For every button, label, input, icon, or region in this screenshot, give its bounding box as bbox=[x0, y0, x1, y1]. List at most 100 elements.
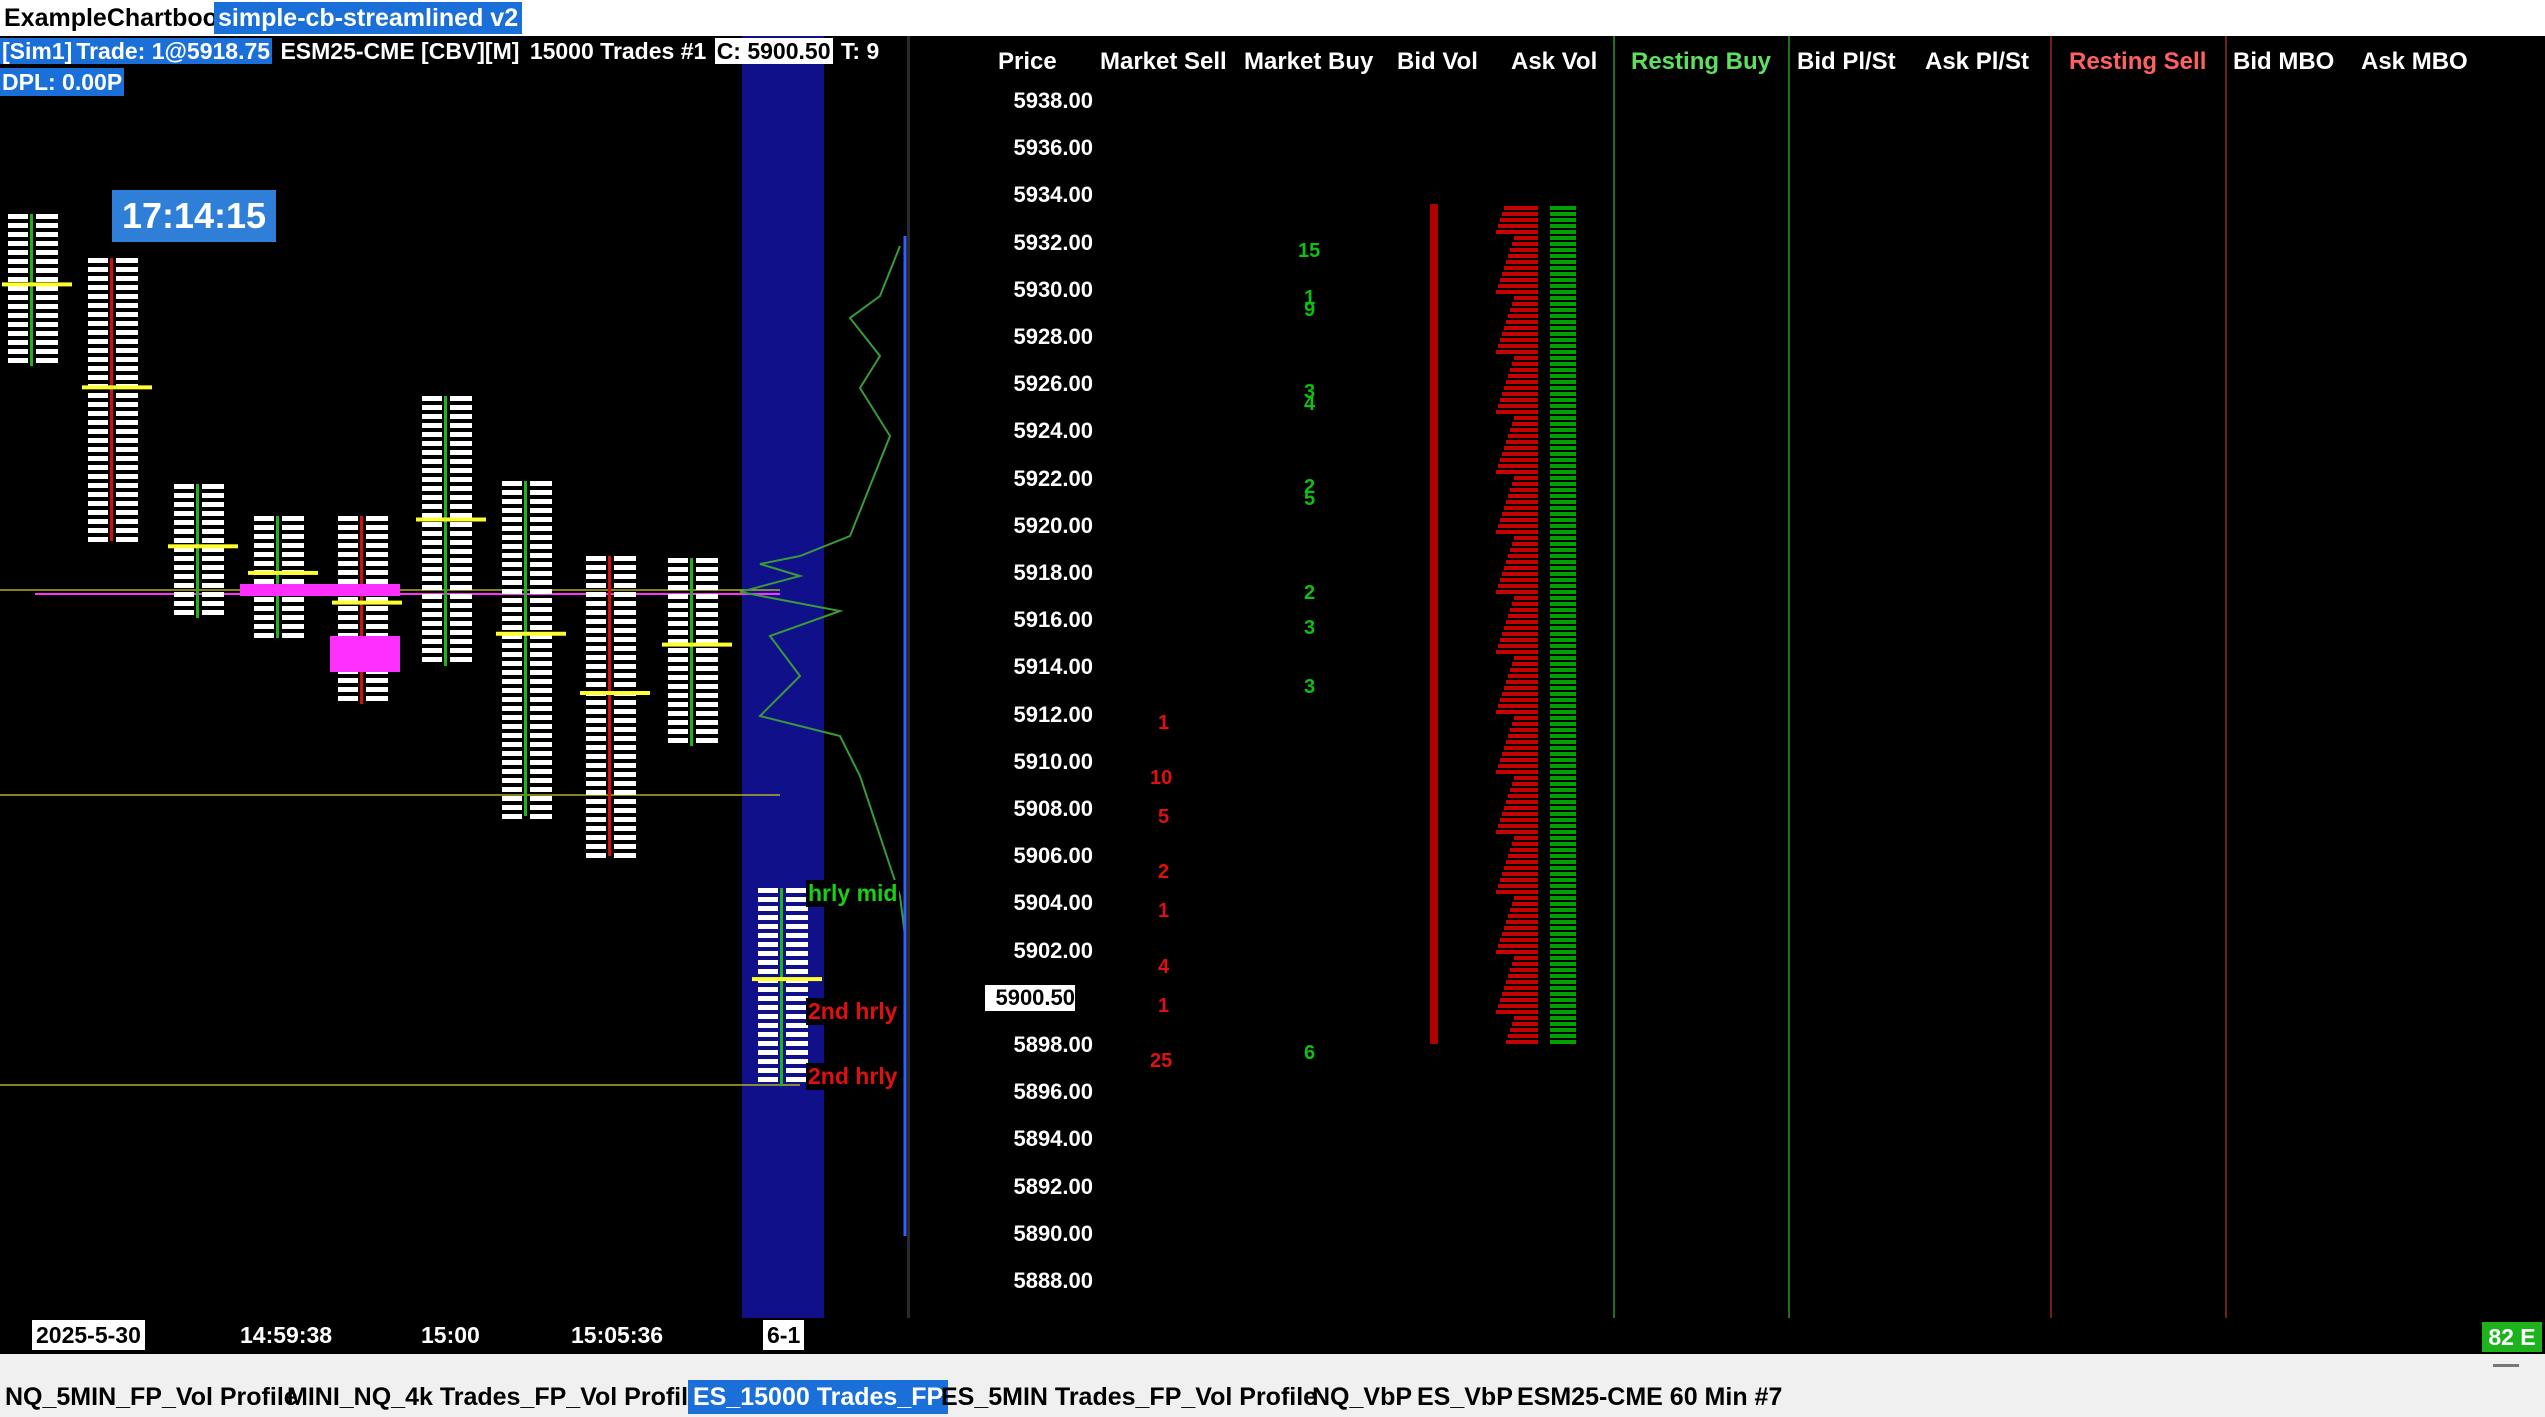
footprint-bid-cell bbox=[422, 558, 442, 563]
footprint-bid-cell bbox=[338, 525, 358, 530]
footprint-ask-cell bbox=[366, 570, 388, 575]
price-cell[interactable]: 5906.00 bbox=[978, 843, 1093, 869]
ask-vol-bar bbox=[1550, 872, 1576, 876]
price-cell[interactable]: 5888.00 bbox=[978, 1268, 1093, 1294]
price-cell[interactable]: 5912.00 bbox=[978, 702, 1093, 728]
footprint-ask-cell bbox=[614, 700, 636, 705]
bid-vol-bar bbox=[1512, 722, 1538, 726]
ask-vol-bar bbox=[1550, 614, 1576, 618]
chartbook-tab-item[interactable]: ES_5MIN Trades_FP_Vol Profile bbox=[936, 1380, 1322, 1414]
ask-vol-bar bbox=[1550, 818, 1576, 822]
footprint-bid-cell bbox=[88, 420, 108, 425]
footprint-bid-cell bbox=[8, 223, 28, 228]
chartbook-tab-item[interactable]: ESM25-CME 60 Min #7 bbox=[1512, 1380, 1787, 1414]
price-cell[interactable]: 5910.00 bbox=[978, 749, 1093, 775]
chartbook-tab-item[interactable]: NQ_5MIN_FP_Vol Profile bbox=[0, 1380, 303, 1414]
price-cell[interactable]: 5924.00 bbox=[978, 418, 1093, 444]
price-cell[interactable]: 5920.00 bbox=[978, 513, 1093, 539]
dom-ladder[interactable]: Price Market Sell Market Buy Bid Vol Ask… bbox=[910, 36, 2545, 1318]
chartbook-tab[interactable]: simple-cb-streamlined v2 bbox=[214, 2, 523, 34]
chartbook-tab-item[interactable]: MINI_NQ_4k Trades_FP_Vol Profile bbox=[282, 1380, 707, 1414]
bid-vol-bar bbox=[1512, 482, 1538, 486]
price-cell[interactable]: 5914.00 bbox=[978, 654, 1093, 680]
bid-vol-bar bbox=[1502, 512, 1538, 516]
price-cell[interactable]: 5918.00 bbox=[978, 560, 1093, 586]
footprint-bid-cell bbox=[422, 612, 442, 617]
header-price[interactable]: Price bbox=[998, 48, 1057, 76]
ask-vol-bar bbox=[1550, 746, 1576, 750]
account-label: [Sim1] bbox=[0, 38, 75, 64]
price-cell[interactable]: 5890.00 bbox=[978, 1221, 1093, 1247]
header-bid-mbo[interactable]: Bid MBO bbox=[2233, 48, 2334, 76]
price-cell[interactable]: 5930.00 bbox=[978, 277, 1093, 303]
footprint-ask-cell bbox=[786, 987, 808, 992]
footprint-bid-cell bbox=[88, 483, 108, 488]
price-cell[interactable]: 5938.00 bbox=[978, 88, 1093, 114]
price-cell[interactable]: 5894.00 bbox=[978, 1126, 1093, 1152]
ask-vol-bar bbox=[1550, 788, 1576, 792]
poc-marker bbox=[248, 570, 318, 575]
footprint-ask-cell bbox=[36, 250, 58, 255]
footprint-ask-cell bbox=[366, 696, 388, 701]
header-market-sell[interactable]: Market Sell bbox=[1100, 48, 1227, 76]
ask-vol-bar bbox=[1550, 596, 1576, 600]
footprint-bid-cell bbox=[88, 294, 108, 299]
bid-vol-bar bbox=[1506, 1040, 1538, 1044]
footprint-ask-cell bbox=[450, 414, 472, 419]
price-cell[interactable]: 5936.00 bbox=[978, 135, 1093, 161]
chartbook-tab-item[interactable]: NQ_VbP bbox=[1307, 1380, 1417, 1414]
price-cell[interactable]: 5932.00 bbox=[978, 230, 1093, 256]
footprint-ask-cell bbox=[36, 349, 58, 354]
header-market-buy[interactable]: Market Buy bbox=[1244, 48, 1373, 76]
chartbook-tab-item[interactable]: ES_VbP bbox=[1412, 1380, 1518, 1414]
price-cell[interactable]: 5902.00 bbox=[978, 938, 1093, 964]
bid-vol-bar bbox=[1502, 692, 1538, 696]
price-cell[interactable]: 5900.50 bbox=[985, 984, 1075, 1011]
price-cell[interactable]: 5916.00 bbox=[978, 607, 1093, 633]
footprint-bid-cell bbox=[502, 517, 522, 522]
market-sell-value: 10 bbox=[1150, 766, 1173, 789]
footprint-bid-cell bbox=[586, 592, 606, 597]
footprint-ask-cell bbox=[450, 405, 472, 410]
footprint-bid-cell bbox=[586, 718, 606, 723]
price-cell[interactable]: 5898.00 bbox=[978, 1032, 1093, 1058]
hrly-mid-label: hrly mid bbox=[806, 880, 900, 907]
chartbook-tab-item[interactable]: ES_15000 Trades_FP bbox=[688, 1380, 949, 1414]
footprint-bid-cell bbox=[502, 706, 522, 711]
bid-vol-bar bbox=[1508, 794, 1538, 798]
header-ask-pl[interactable]: Ask Pl/St bbox=[1925, 48, 2029, 76]
price-cell[interactable]: 5926.00 bbox=[978, 371, 1093, 397]
bid-vol-bar bbox=[1498, 524, 1538, 528]
header-ask-mbo[interactable]: Ask MBO bbox=[2361, 48, 2468, 76]
footprint-bid-cell bbox=[502, 499, 522, 504]
scroll-handle[interactable] bbox=[2493, 1364, 2519, 1367]
price-cell[interactable]: 5904.00 bbox=[978, 890, 1093, 916]
bid-vol-bar bbox=[1500, 938, 1538, 942]
header-bid-pl[interactable]: Bid Pl/St bbox=[1797, 48, 1896, 76]
footprint-bid-cell bbox=[586, 610, 606, 615]
footprint-ask-cell bbox=[530, 490, 552, 495]
price-cell[interactable]: 5896.00 bbox=[978, 1079, 1093, 1105]
price-cell[interactable]: 5922.00 bbox=[978, 466, 1093, 492]
footprint-bid-cell bbox=[758, 1014, 778, 1019]
price-cell[interactable]: 5892.00 bbox=[978, 1174, 1093, 1200]
bid-vol-bar bbox=[1496, 830, 1538, 834]
footprint-ask-cell bbox=[450, 441, 472, 446]
ask-vol-bar bbox=[1550, 290, 1576, 294]
bid-vol-bar bbox=[1500, 638, 1538, 642]
footprint-ask-cell bbox=[202, 484, 224, 489]
bid-vol-bar bbox=[1500, 998, 1538, 1002]
footprint-bid-cell bbox=[422, 648, 442, 653]
footprint-bid-cell bbox=[8, 214, 28, 219]
header-resting-sell[interactable]: Resting Sell bbox=[2069, 48, 2206, 76]
price-cell[interactable]: 5928.00 bbox=[978, 324, 1093, 350]
ask-vol-bar bbox=[1550, 980, 1576, 984]
ask-vol-bar bbox=[1550, 734, 1576, 738]
ask-vol-bar bbox=[1550, 662, 1576, 666]
price-cell[interactable]: 5934.00 bbox=[978, 182, 1093, 208]
footprint-ask-cell bbox=[530, 688, 552, 693]
footprint-bid-cell bbox=[668, 693, 688, 698]
header-resting-buy[interactable]: Resting Buy bbox=[1631, 48, 1771, 76]
footprint-bid-cell bbox=[174, 493, 194, 498]
price-cell[interactable]: 5908.00 bbox=[978, 796, 1093, 822]
